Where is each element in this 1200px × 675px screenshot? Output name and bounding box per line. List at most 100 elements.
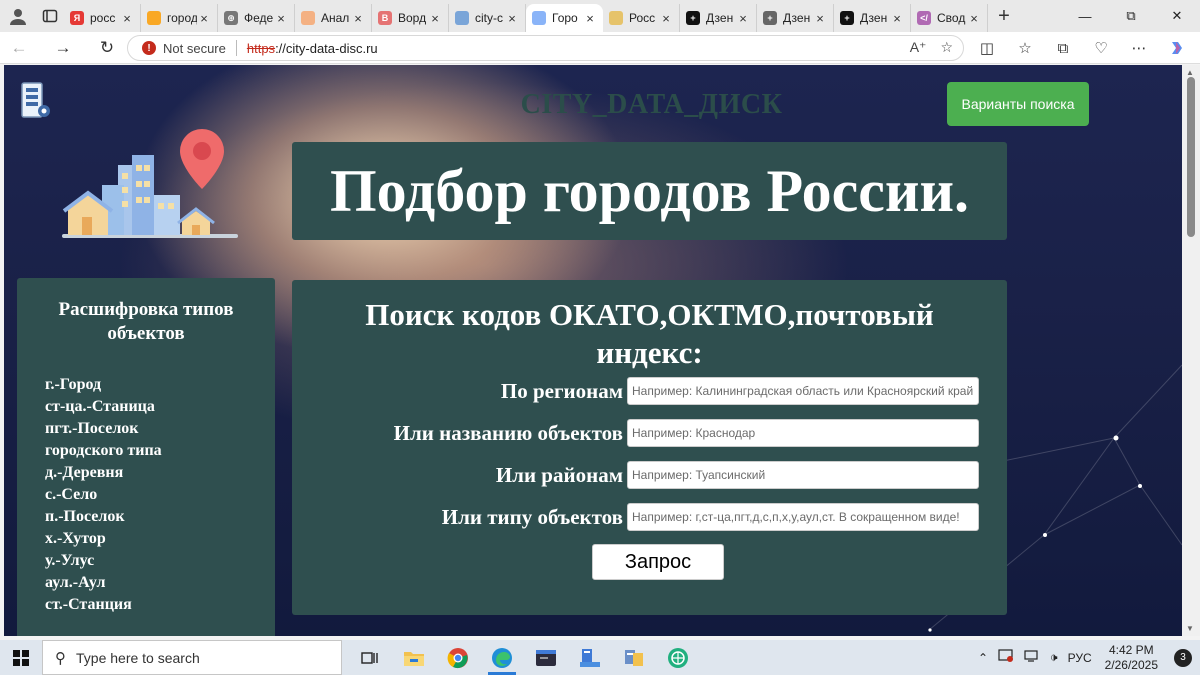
security-status[interactable]: Not secure	[163, 41, 226, 56]
browser-tab[interactable]: Росс ×	[603, 4, 680, 32]
edge-icon[interactable]	[480, 640, 524, 675]
browser-tab[interactable]: </ Свод ×	[911, 4, 988, 32]
browser-tab-strip: Яросс × город × ⊕ Феде × Анал × B Ворд × city-c × Горо…	[0, 0, 1200, 32]
tab-close-icon[interactable]: ×	[505, 11, 519, 26]
tab-title: Дзен	[783, 11, 811, 25]
page-scrollbar[interactable]: ▲ ▼	[1182, 65, 1200, 636]
legend-list: г.-Город ст-ца.-Станица пгт.-Поселок гор…	[45, 374, 275, 616]
type-input[interactable]	[627, 503, 979, 531]
browser-tab[interactable]: + Дзен ×	[757, 4, 834, 32]
object-types-legend: Расшифровка типов объектов г.-Город ст-ц…	[17, 278, 275, 636]
hero-title: Подбор городов России.	[329, 157, 970, 224]
tab-favicon-icon	[609, 11, 623, 25]
split-screen-icon[interactable]: ◫	[968, 32, 1006, 64]
tab-close-icon[interactable]: ×	[736, 11, 750, 26]
tab-close-icon[interactable]: ×	[967, 11, 981, 26]
start-button[interactable]	[0, 640, 42, 675]
windows-logo-icon	[13, 649, 29, 666]
tab-close-icon[interactable]: ×	[274, 11, 288, 26]
terminal-icon[interactable]	[524, 640, 568, 675]
back-button[interactable]: ←	[0, 32, 38, 64]
hero-banner: Подбор городов России.	[292, 142, 1007, 240]
legend-item: аул.-Аул	[45, 574, 106, 591]
forward-button[interactable]: →	[44, 32, 82, 64]
refresh-button[interactable]: ↻	[88, 32, 126, 64]
browser-tab[interactable]: + Дзен ×	[680, 4, 757, 32]
search-title: Поиск кодов ОКАТО,ОКТМО,почтовый индекс:	[365, 297, 934, 370]
warning-icon[interactable]: !	[142, 41, 156, 55]
name-row: Или названию объектов	[292, 418, 1007, 448]
tab-close-icon[interactable]: ×	[583, 11, 597, 26]
show-hidden-icons-icon[interactable]: ⌃	[978, 651, 988, 665]
favorites-icon[interactable]: ☆	[1006, 32, 1044, 64]
name-input[interactable]	[627, 419, 979, 447]
tab-close-icon[interactable]: ×	[659, 11, 673, 26]
search-icon: ⚲	[55, 649, 66, 667]
legend-item: с.-Село	[45, 486, 98, 503]
browser-tab[interactable]: Анал ×	[295, 4, 372, 32]
clock[interactable]: 4:42 PM 2/26/2025	[1105, 643, 1158, 673]
scroll-up-icon[interactable]: ▲	[1186, 68, 1194, 77]
close-window-button[interactable]: ✕	[1154, 0, 1200, 32]
tab-close-icon[interactable]: ×	[813, 11, 827, 26]
legend-item: х.-Хутор	[45, 530, 106, 547]
profile-icon[interactable]	[0, 0, 36, 32]
tab-title: Росс	[629, 11, 656, 25]
security-tray-icon[interactable]	[998, 649, 1014, 666]
district-row: Или районам	[292, 460, 1007, 490]
browser-tab[interactable]: ⊕ Феде ×	[218, 4, 295, 32]
more-menu-icon[interactable]: ⋯	[1120, 32, 1158, 64]
computer-app-icon[interactable]	[568, 640, 612, 675]
window-controls: — ⧉ ✕	[1062, 0, 1200, 32]
minimize-button[interactable]: —	[1062, 0, 1108, 32]
extensions-icon[interactable]: ♡	[1082, 32, 1120, 64]
tab-close-icon[interactable]: ×	[428, 11, 442, 26]
task-view-icon[interactable]	[348, 640, 392, 675]
file-explorer-icon[interactable]	[392, 640, 436, 675]
collections-icon[interactable]: ⧉	[1044, 32, 1082, 64]
submit-query-button[interactable]: Запрос	[592, 544, 724, 580]
restore-button[interactable]: ⧉	[1108, 0, 1154, 32]
chrome-icon[interactable]	[436, 640, 480, 675]
browser-tab[interactable]: city-c ×	[449, 4, 526, 32]
tab-favicon-icon: ⊕	[224, 11, 238, 25]
pycharm-icon[interactable]	[656, 640, 700, 675]
browser-tab[interactable]: Горо ×	[526, 4, 603, 32]
browser-tab[interactable]: город ×	[141, 4, 218, 32]
volume-icon[interactable]: 🕩	[1050, 650, 1058, 665]
tab-close-icon[interactable]: ×	[890, 11, 904, 26]
read-aloud-icon[interactable]: A⁺	[910, 39, 927, 56]
site-title[interactable]: CITY_DATA_ДИСК	[294, 89, 1009, 121]
search-options-button[interactable]: Варианты поиска	[947, 82, 1089, 126]
tab-close-icon[interactable]: ×	[120, 11, 134, 26]
url-host: ://city-data-disc.ru	[275, 40, 378, 56]
tab-favicon-icon	[301, 11, 315, 25]
tab-close-icon[interactable]: ×	[351, 11, 365, 26]
scroll-thumb[interactable]	[1187, 77, 1195, 237]
database-app-icon[interactable]	[612, 640, 656, 675]
browser-toolbar: ← → ↻ ! Not secure https ://city-data-di…	[0, 32, 1200, 64]
notification-badge[interactable]: 3	[1174, 648, 1192, 667]
browser-tab[interactable]: + Дзен ×	[834, 4, 911, 32]
district-input[interactable]	[627, 461, 979, 489]
browser-tab[interactable]: B Ворд ×	[372, 4, 449, 32]
taskbar-search[interactable]: ⚲ Type here to search	[42, 640, 342, 675]
browser-tab[interactable]: Яросс ×	[64, 4, 141, 32]
site-logo-icon[interactable]	[18, 79, 54, 123]
tab-title: Горо	[552, 11, 578, 25]
network-icon[interactable]	[1024, 649, 1040, 666]
address-bar[interactable]: ! Not secure https ://city-data-disc.ru …	[127, 35, 964, 61]
tab-title: Феде	[244, 11, 274, 25]
tab-close-icon[interactable]: ×	[197, 11, 211, 26]
tab-favicon-icon: +	[763, 11, 777, 25]
favorite-star-icon[interactable]: ☆	[940, 39, 953, 56]
tab-actions-icon[interactable]	[36, 0, 64, 32]
new-tab-button[interactable]: +	[988, 0, 1020, 32]
legend-item: пгт.-Поселок	[45, 420, 139, 437]
tab-favicon-icon: </	[917, 11, 931, 25]
tab-favicon-icon	[455, 11, 469, 25]
language-indicator[interactable]: РУС	[1068, 651, 1092, 665]
copilot-icon[interactable]	[1158, 32, 1196, 64]
region-input[interactable]	[627, 377, 979, 405]
scroll-down-icon[interactable]: ▼	[1186, 624, 1194, 633]
